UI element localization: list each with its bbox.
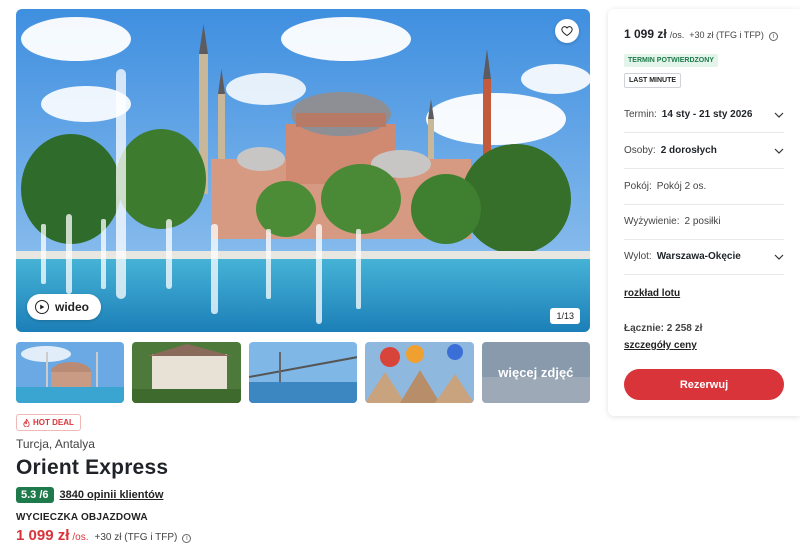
hagia-sophia-photo xyxy=(16,9,590,332)
room-label: Pokój: xyxy=(624,181,652,192)
thumbnail-more-photos[interactable]: więcej zdjęć xyxy=(481,342,591,403)
thumbnail-balloons[interactable] xyxy=(365,342,474,403)
food-value: 2 posiłki xyxy=(684,216,721,227)
more-photos-label: więcej zdjęć xyxy=(481,342,591,403)
hot-deal-label: HOT DEAL xyxy=(33,418,74,427)
term-row[interactable]: Termin: 14 sty - 21 sty 2026 xyxy=(624,97,784,133)
departure-label: Wylot: xyxy=(624,251,652,262)
offer-price: 1 099 zł /os. +30 zł (TFG i TFP) i xyxy=(16,527,192,544)
term-confirmed-badge: TERMIN POTWIERDZONY xyxy=(624,54,718,67)
favorite-button[interactable] xyxy=(555,19,579,43)
thumbnail-strip: więcej zdjęć xyxy=(16,342,591,403)
rating-badge: 5.3 /6 xyxy=(16,487,54,503)
panel-price: 1 099 zł /os. +30 zł (TFG i TFP) i xyxy=(624,27,778,41)
chevron-down-icon xyxy=(774,148,784,154)
food-row: Wyżywienie: 2 posiłki xyxy=(624,204,784,240)
thumbnail-mosque[interactable] xyxy=(16,342,125,403)
offer-title: Orient Express xyxy=(16,456,169,479)
departure-row[interactable]: Wylot: Warszawa-Okęcie xyxy=(624,239,784,275)
thumbnail-bridge[interactable] xyxy=(248,342,358,403)
trip-type: WYCIECZKA OBJAZDOWA xyxy=(16,512,148,523)
total-price: Łącznie: 2 258 zł xyxy=(624,323,703,334)
food-label: Wyżywienie: xyxy=(624,216,680,227)
reserve-button[interactable]: Rezerwuj xyxy=(624,369,784,400)
panel-price-extra: +30 zł (TFG i TFP) xyxy=(689,30,764,40)
photo-counter: 1/13 xyxy=(550,308,580,324)
destination: Turcja, Antalya xyxy=(16,437,95,451)
hot-deal-badge: HOT DEAL xyxy=(16,414,81,431)
chevron-down-icon xyxy=(774,112,784,118)
booking-panel: 1 099 zł /os. +30 zł (TFG i TFP) i TERMI… xyxy=(608,9,800,416)
room-row: Pokój: Pokój 2 os. xyxy=(624,169,784,205)
panel-price-value: 1 099 zł xyxy=(624,27,667,41)
departure-value: Warszawa-Okęcie xyxy=(656,251,741,262)
video-button[interactable]: wideo xyxy=(27,294,102,320)
flight-schedule-link[interactable]: rozkład lotu xyxy=(624,288,680,299)
info-icon[interactable]: i xyxy=(768,32,778,41)
panel-price-per-person: /os. xyxy=(669,30,685,40)
thumbnail-palace[interactable] xyxy=(132,342,241,403)
info-icon[interactable]: i xyxy=(182,534,192,543)
heart-icon xyxy=(561,26,573,37)
persons-label: Osoby: xyxy=(624,145,656,156)
persons-value: 2 dorosłych xyxy=(660,145,717,156)
video-label: wideo xyxy=(55,300,90,314)
room-value: Pokój 2 os. xyxy=(656,181,707,192)
term-value: 14 sty - 21 sty 2026 xyxy=(661,109,753,120)
term-label: Termin: xyxy=(624,109,657,120)
price-details-link[interactable]: szczegóły ceny xyxy=(624,340,697,351)
chevron-down-icon xyxy=(774,254,784,260)
flame-icon xyxy=(23,418,30,427)
price-extra-fees: +30 zł (TFG i TFP) xyxy=(94,532,178,543)
persons-row[interactable]: Osoby: 2 dorosłych xyxy=(624,133,784,169)
reviews-link[interactable]: 3840 opinii klientów xyxy=(60,489,164,501)
price-value: 1 099 zł xyxy=(16,527,70,544)
last-minute-badge: LAST MINUTE xyxy=(624,73,682,88)
offer-page: wideo 1/13 więcej zdjęć HOT DEAL Turcja,… xyxy=(0,0,800,547)
main-photo[interactable]: wideo 1/13 xyxy=(16,9,590,332)
play-icon xyxy=(35,300,49,314)
rating-row: 5.3 /6 3840 opinii klientów xyxy=(16,487,163,503)
price-per-person: /os. xyxy=(72,532,89,543)
